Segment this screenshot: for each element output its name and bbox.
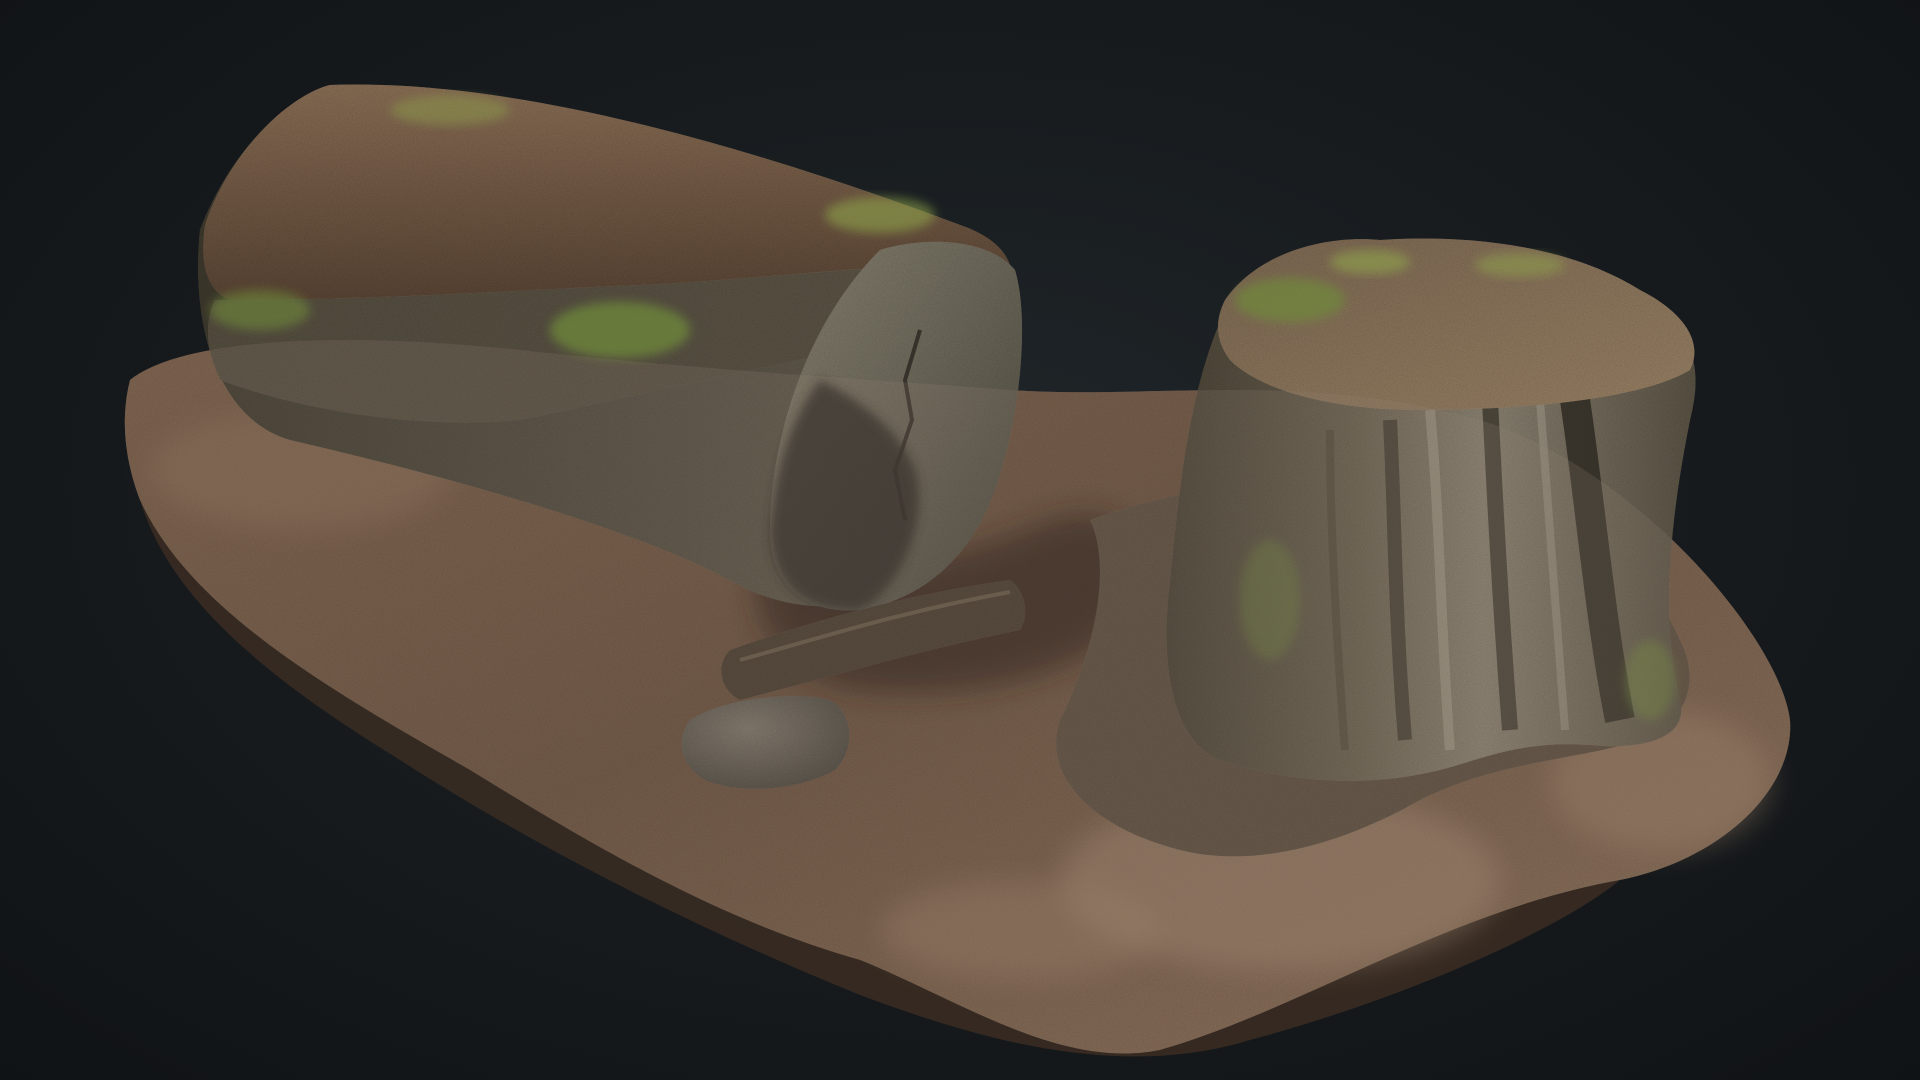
scene bbox=[0, 0, 1920, 1080]
scan-model bbox=[124, 84, 1791, 1057]
surface-detail bbox=[124, 340, 1791, 1054]
